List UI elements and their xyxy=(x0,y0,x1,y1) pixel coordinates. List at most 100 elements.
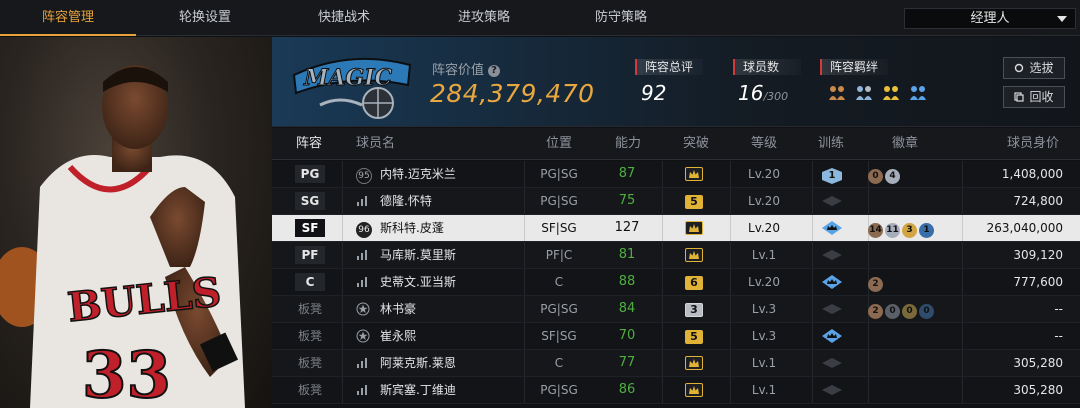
badges-cell xyxy=(868,350,968,376)
player-name[interactable]: 德隆.怀特 xyxy=(380,188,530,214)
table-row[interactable]: PF 马库斯.莫里斯 PF|C 81 Lv.1 309,120 xyxy=(272,242,1080,269)
player-price: 1,408,000 xyxy=(1001,167,1063,181)
player-name[interactable]: 史蒂文.亚当斯 xyxy=(380,269,530,295)
tab-rotation[interactable]: 轮换设置 xyxy=(136,0,274,36)
players-max: /300 xyxy=(763,90,789,103)
bond-gold-icon[interactable] xyxy=(881,83,901,103)
player-name[interactable]: 斯科特.皮蓬 xyxy=(380,215,530,241)
table-row[interactable]: C 史蒂文.亚当斯 C 88 6 Lv.20 2 777,600 xyxy=(272,269,1080,296)
player-name[interactable]: 阿莱克斯.莱恩 xyxy=(380,350,530,376)
table-row[interactable]: 板凳 林书豪 PG|SG 84 3 Lv.3 2 0 0 0 -- xyxy=(272,296,1080,323)
table-row[interactable]: 板凳 斯宾塞.丁维迪 PG|SG 86 Lv.1 305,280 xyxy=(272,377,1080,404)
badge-count[interactable]: 4 xyxy=(885,169,900,184)
table-row[interactable]: 板凳 阿莱克斯.莱恩 C 77 Lv.1 305,280 xyxy=(272,350,1080,377)
top-nav: 阵容管理 轮换设置 快捷战术 进攻策略 防守策略 经理人 xyxy=(0,0,1080,36)
player-price: 305,280 xyxy=(1013,383,1063,397)
col-ability[interactable]: 能力 xyxy=(615,128,641,160)
pick-button[interactable]: 选拔 xyxy=(1003,57,1065,79)
table-row[interactable]: 板凳 崔永熙 SF|SG 70 5 Lv.3 -- xyxy=(272,323,1080,350)
col-position[interactable]: 位置 xyxy=(546,128,572,160)
breakthrough-level: 5 xyxy=(685,195,703,209)
col-name[interactable]: 球员名 xyxy=(356,128,395,160)
slot-label: PF xyxy=(295,246,325,264)
col-breakthrough[interactable]: 突破 xyxy=(683,128,709,160)
role-select[interactable]: 经理人 xyxy=(904,8,1076,29)
player-position: PG|SG xyxy=(540,167,578,181)
overall-label: 阵容总评 xyxy=(635,59,703,75)
slot-label: 板凳 xyxy=(297,383,322,397)
player-price: 724,800 xyxy=(1013,194,1063,208)
badge-count[interactable]: 3 xyxy=(902,223,917,238)
player-level: Lv.20 xyxy=(748,221,780,235)
badge-count[interactable]: 14 xyxy=(868,223,883,238)
lineup-value-label: 阵容价值? xyxy=(432,59,501,78)
tab-defense[interactable]: 防守策略 xyxy=(554,0,688,36)
slot-label: 板凳 xyxy=(297,356,322,370)
tab-quick-tactics[interactable]: 快捷战术 xyxy=(274,0,414,36)
tab-offense[interactable]: 进攻策略 xyxy=(414,0,554,36)
player-position: SF|SG xyxy=(541,329,577,343)
table-row[interactable]: SF 96 斯科特.皮蓬 SF|SG 127 Lv.20 14 11 3 1 263,040,000 xyxy=(272,215,1080,242)
slot-label: 板凳 xyxy=(297,302,322,316)
player-price: -- xyxy=(1054,329,1063,343)
breakthrough-crown-icon xyxy=(685,221,703,235)
bond-icons xyxy=(827,83,930,105)
player-photo: BULLS 33 xyxy=(0,37,272,408)
table-row[interactable]: SG 德隆.怀特 PG|SG 75 5 Lv.20 724,800 xyxy=(272,188,1080,215)
help-icon[interactable]: ? xyxy=(488,65,501,77)
player-level: Lv.1 xyxy=(751,356,777,370)
col-price[interactable]: 球员身价 xyxy=(1007,128,1059,160)
training-empty-icon xyxy=(822,358,842,368)
player-name[interactable]: 崔永熙 xyxy=(380,323,530,349)
slot-cell: SF xyxy=(295,215,325,241)
player-name[interactable]: 马库斯.莫里斯 xyxy=(380,242,530,268)
slot-cell: 板凳 xyxy=(295,377,325,403)
col-training[interactable]: 训练 xyxy=(818,128,844,160)
recycle-icon xyxy=(1014,92,1025,102)
badges-cell xyxy=(868,188,968,214)
player-price: 309,120 xyxy=(1013,248,1063,262)
star-icon xyxy=(356,302,370,316)
badge-count[interactable]: 2 xyxy=(868,277,883,292)
badge-count[interactable]: 0 xyxy=(902,304,917,319)
badge-count[interactable]: 0 xyxy=(919,304,934,319)
bond-blue-icon[interactable] xyxy=(908,83,928,103)
star-icon xyxy=(356,329,370,343)
training-crown-icon xyxy=(822,275,842,289)
player-position: C xyxy=(554,356,564,370)
player-name[interactable]: 林书豪 xyxy=(380,296,530,322)
badge-count[interactable]: 0 xyxy=(885,304,900,319)
rating-icon: 96 xyxy=(356,222,372,238)
player-ability: 81 xyxy=(618,247,636,262)
table-row[interactable]: PG 95 内特.迈克米兰 PG|SG 87 Lv.20 1 0 4 1,408,000 xyxy=(272,161,1080,188)
lineup-summary-panel: MAGIC 阵容价值? 284,379,470 阵容总评 92 球员数 16/3… xyxy=(272,37,1080,127)
magic-logo-icon: MAGIC xyxy=(292,57,412,119)
bond-silver-icon[interactable] xyxy=(854,83,874,103)
badge-count[interactable]: 2 xyxy=(868,304,883,319)
slot-cell: C xyxy=(295,269,325,295)
slot-cell: PG xyxy=(295,161,325,187)
slot-label: SG xyxy=(295,192,325,210)
col-badges[interactable]: 徽章 xyxy=(892,128,918,160)
player-level: Lv.3 xyxy=(751,329,777,343)
bond-bronze-icon[interactable] xyxy=(827,83,847,103)
tab-lineup[interactable]: 阵容管理 xyxy=(0,0,136,36)
badge-count[interactable]: 11 xyxy=(885,223,900,238)
recycle-button[interactable]: 回收 xyxy=(1003,86,1065,108)
badges-cell xyxy=(868,323,968,349)
slot-cell: PF xyxy=(295,242,325,268)
badge-count[interactable]: 0 xyxy=(868,169,883,184)
lineup-value: 284,379,470 xyxy=(430,79,595,108)
slot-label: C xyxy=(295,273,325,291)
training-empty-icon xyxy=(822,250,842,260)
badge-count[interactable]: 1 xyxy=(919,223,934,238)
badges-cell xyxy=(868,377,968,403)
col-slot[interactable]: 阵容 xyxy=(296,128,322,160)
breakthrough-level: 3 xyxy=(685,303,703,317)
player-ability: 70 xyxy=(618,328,636,343)
col-level[interactable]: 等级 xyxy=(751,128,777,160)
player-ability: 127 xyxy=(614,220,640,235)
player-name[interactable]: 内特.迈克米兰 xyxy=(380,161,530,187)
player-name[interactable]: 斯宾塞.丁维迪 xyxy=(380,377,530,403)
signal-bars-icon xyxy=(357,250,367,260)
